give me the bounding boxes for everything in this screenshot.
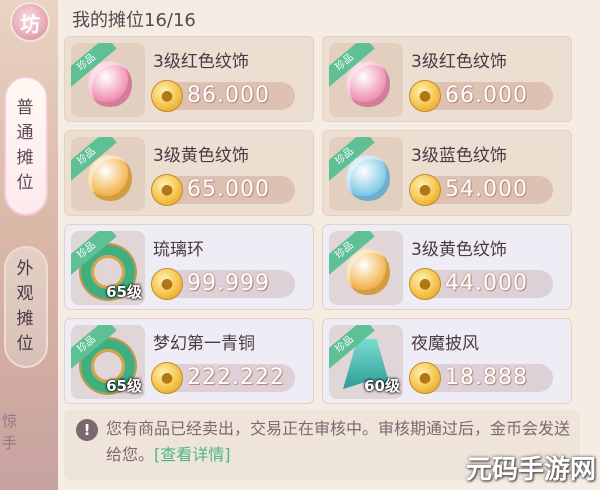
item-name: 3级黄色纹饰 [153,146,249,166]
panel-title: 我的摊位16/16 [72,10,196,31]
item-price: 54.000 [445,177,528,202]
item-name: 3级红色纹饰 [153,52,249,72]
item-icon-box: 珍品 [71,137,145,211]
item-name: 3级红色纹饰 [411,52,507,72]
tab-char: 外 [16,259,36,279]
item-icon-box: 珍品 [329,231,403,305]
red-gem-icon [88,61,132,107]
tab-char: 摊 [16,148,36,168]
price-bar: ● 54.000 [409,174,553,206]
item-grid: 珍品 3级红色纹饰 ● 86.000 珍品 3级红色纹饰 ● 66.000 珍品 3级黄色纹饰 ● 6… [64,36,580,404]
tab-normal-stall[interactable]: 普 通 摊 位 [4,76,48,216]
item-name: 3级黄色纹饰 [411,240,507,260]
item-price: 66.000 [445,83,528,108]
item-level: 65级 [106,377,142,395]
warning-icon: ! [76,419,98,441]
stall-item-card[interactable]: 珍品 3级红色纹饰 ● 86.000 [64,36,314,122]
price-bar: ● 66.000 [409,80,553,112]
gold-coin-icon: ● [151,268,183,300]
yellow-gem-icon [88,155,132,201]
shop-badge-icon: 坊 [10,2,50,42]
item-price: 44.000 [445,271,528,296]
item-name: 3级蓝色纹饰 [411,146,507,166]
item-level: 60级 [364,377,400,395]
item-icon-box: 珍品 [329,137,403,211]
stall-item-card[interactable]: 珍品 65级 琉璃环 ● 99.999 [64,224,314,310]
tab-char: 观 [16,284,36,304]
item-price: 99.999 [187,271,270,296]
item-icon-box: 珍品 60级 [329,325,403,399]
item-level: 65级 [106,283,142,301]
item-icon-box: 珍品 65级 [71,325,145,399]
watermark: 元码手游网 [465,455,596,485]
price-bar: ● 99.999 [151,268,295,300]
gold-coin-icon: ● [409,174,441,206]
left-sidebar: 坊 普 通 摊 位 外 观 摊 位 惊 手 [0,0,58,490]
blue-gem-icon [346,155,390,201]
gold-coin-icon: ● [409,80,441,112]
item-price: 18.888 [445,365,528,390]
price-bar: ● 44.000 [409,268,553,300]
tab-char: 位 [16,173,36,193]
red-gem-icon [346,61,390,107]
tab-char: 摊 [16,309,36,329]
gold-coin-icon: ● [409,362,441,394]
stall-item-card[interactable]: 珍品 3级红色纹饰 ● 66.000 [322,36,572,122]
item-icon-box: 珍品 [71,43,145,117]
item-icon-box: 珍品 65级 [71,231,145,305]
price-bar: ● 65.000 [151,174,295,206]
price-bar: ● 18.888 [409,362,553,394]
yellow-gem-icon [346,249,390,295]
stall-panel: 我的摊位16/16 珍品 3级红色纹饰 ● 86.000 珍品 3级红色纹饰 ● 66.000… [58,0,600,490]
item-icon-box: 珍品 [329,43,403,117]
item-price: 86.000 [187,83,270,108]
tab-char: 位 [16,334,36,354]
item-price: 65.000 [187,177,270,202]
item-name: 琉璃环 [153,240,204,260]
gold-coin-icon: ● [151,174,183,206]
item-name: 梦幻第一青铜 [153,334,255,354]
tab-appearance-stall[interactable]: 外 观 摊 位 [4,246,48,368]
stall-item-card[interactable]: 珍品 65级 梦幻第一青铜 ● 222.222 [64,318,314,404]
view-details-link[interactable]: [查看详情] [154,445,231,464]
stall-item-card[interactable]: 珍品 3级黄色纹饰 ● 65.000 [64,130,314,216]
tab-char: 通 [16,123,36,143]
stall-item-card[interactable]: 珍品 60级 夜魔披风 ● 18.888 [322,318,572,404]
gold-coin-icon: ● [151,80,183,112]
gold-coin-icon: ● [151,362,183,394]
sidebar-bottom-text: 惊 手 [2,412,18,452]
price-bar: ● 222.222 [151,362,295,394]
stall-item-card[interactable]: 珍品 3级蓝色纹饰 ● 54.000 [322,130,572,216]
gold-coin-icon: ● [409,268,441,300]
price-bar: ● 86.000 [151,80,295,112]
tab-char: 普 [16,98,36,118]
stall-item-card[interactable]: 珍品 3级黄色纹饰 ● 44.000 [322,224,572,310]
item-name: 夜魔披风 [411,334,479,354]
item-price: 222.222 [187,365,285,390]
